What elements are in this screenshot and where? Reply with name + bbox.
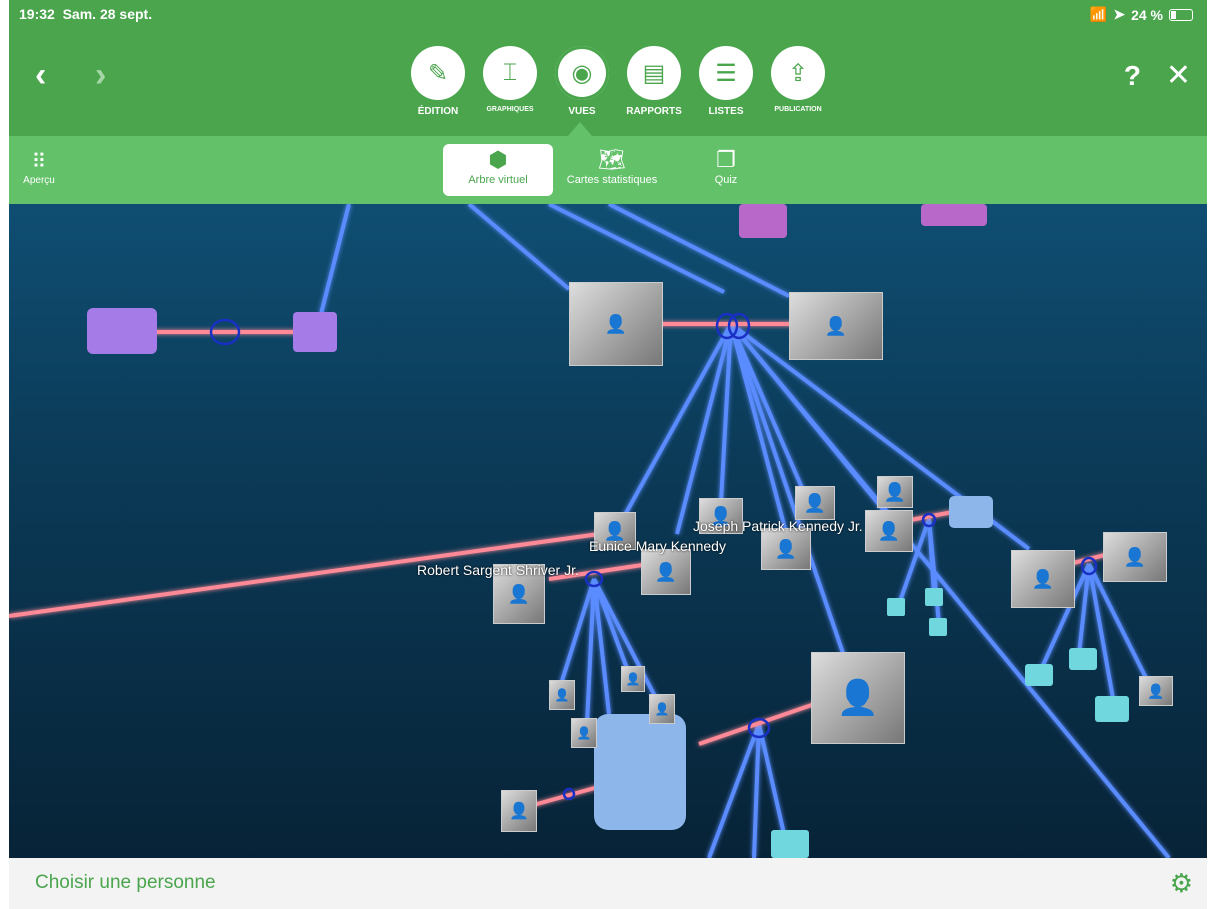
cube-icon: ⬢ <box>488 147 508 172</box>
main-tabs: ✎ ÉDITION ⌶ GRAPHIQUES ◉ VUES ▤ RAPPORTS… <box>409 46 827 117</box>
tab-rapports[interactable]: ▤ RAPPORTS <box>625 46 683 117</box>
tab-quiz[interactable]: ❐ Quiz <box>671 144 781 196</box>
apercu-label: Aperçu <box>23 175 55 186</box>
status-bar: 19:32 Sam. 28 sept. 📶 ➤ 24 % <box>9 0 1207 28</box>
person-photo[interactable]: 👤 <box>1011 550 1075 608</box>
person-photo[interactable]: 👤 <box>795 486 835 520</box>
tab-vues[interactable]: ◉ VUES <box>553 46 611 117</box>
list-icon: ☰ <box>699 46 753 100</box>
help-button[interactable]: ? <box>1124 60 1141 92</box>
quiz-icon: ❐ <box>716 147 736 172</box>
person-label[interactable]: Eunice Mary Kennedy <box>589 538 726 554</box>
tab-arbre-virtuel[interactable]: ⬢ Arbre virtuel <box>443 144 553 196</box>
view-tabs: ⬢ Arbre virtuel 🗺 Cartes statistiques ❐ … <box>443 144 781 196</box>
report-icon: ▤ <box>627 46 681 100</box>
pencil-icon: ✎ <box>411 46 465 100</box>
back-button[interactable]: ‹ <box>35 58 46 92</box>
grid-icon: ⠿ <box>31 151 47 173</box>
status-time: 19:32 Sam. 28 sept. <box>19 6 153 22</box>
person-label[interactable]: Robert Sargent Shriver Jr. <box>417 562 579 578</box>
close-button[interactable]: ✕ <box>1166 58 1191 93</box>
tab-label: LISTES <box>708 106 744 117</box>
tab-edition[interactable]: ✎ ÉDITION <box>409 46 467 117</box>
person-photo[interactable]: 👤 <box>1139 676 1173 706</box>
person-photo[interactable]: 👤 <box>569 282 663 366</box>
tab-label: Quiz <box>714 174 738 187</box>
person-photo[interactable]: 👤 <box>811 652 905 744</box>
gear-icon[interactable]: ⚙ <box>1170 868 1193 899</box>
tab-label: VUES <box>568 106 596 117</box>
map-icon: 🗺 <box>598 147 626 172</box>
person-photo[interactable]: 👤 <box>877 476 913 508</box>
wifi-icon: 📶 <box>1089 6 1108 22</box>
upload-icon: ⇪ <box>771 46 825 100</box>
person-photo[interactable]: 👤 <box>571 718 597 748</box>
chart-icon: ⌶ <box>483 46 537 100</box>
battery-icon <box>1169 8 1193 21</box>
main-toolbar: ‹ › ✎ ÉDITION ⌶ GRAPHIQUES ◉ VUES ▤ RAPP… <box>9 28 1207 136</box>
person-photo[interactable]: 👤 <box>641 549 691 595</box>
tab-listes[interactable]: ☰ LISTES <box>697 46 755 117</box>
tab-label: Cartes statistiques <box>566 174 658 187</box>
virtual-tree-scene[interactable]: 👤 👤 👤 👤 👤 👤 👤 👤 👤 👤 👤 👤 👤 👤 👤 👤 👤 👤 👤 Jo… <box>9 204 1207 858</box>
tab-label: Arbre virtuel <box>468 174 528 187</box>
forward-button[interactable]: › <box>95 58 106 92</box>
active-tab-pointer <box>568 122 592 136</box>
person-photo[interactable]: 👤 <box>761 528 811 570</box>
person-photo[interactable]: 👤 <box>649 694 675 724</box>
tab-label: ÉDITION <box>417 106 459 117</box>
tab-label: RAPPORTS <box>626 106 682 117</box>
tab-label: GRAPHIQUES <box>486 106 534 113</box>
person-photo[interactable]: 👤 <box>865 510 913 552</box>
tab-graphiques[interactable]: ⌶ GRAPHIQUES <box>481 46 539 117</box>
tab-cartes-statistiques[interactable]: 🗺 Cartes statistiques <box>557 144 667 196</box>
eye-icon: ◉ <box>555 46 609 100</box>
person-photo[interactable]: 👤 <box>1103 532 1167 582</box>
person-photo[interactable]: 👤 <box>501 790 537 832</box>
choose-person-button[interactable]: Choisir une personne <box>35 872 216 894</box>
person-photo[interactable]: 👤 <box>621 666 645 692</box>
sub-toolbar: ⠿ Aperçu ⬢ Arbre virtuel 🗺 Cartes statis… <box>9 136 1207 204</box>
apercu-button[interactable]: ⠿ Aperçu <box>23 152 55 186</box>
tab-publication[interactable]: ⇪ PUBLICATION <box>769 46 827 117</box>
status-indicators: 📶 ➤ 24 % <box>1090 6 1193 23</box>
tab-label: PUBLICATION <box>774 106 822 113</box>
person-photo[interactable]: 👤 <box>549 680 575 710</box>
bottom-bar: Choisir une personne ⚙ <box>9 858 1207 909</box>
person-photo[interactable]: 👤 <box>789 292 883 360</box>
location-icon: ➤ <box>1113 6 1126 22</box>
battery-percent: 24 % <box>1131 6 1163 23</box>
person-label[interactable]: Joseph Patrick Kennedy Jr. <box>693 518 863 534</box>
